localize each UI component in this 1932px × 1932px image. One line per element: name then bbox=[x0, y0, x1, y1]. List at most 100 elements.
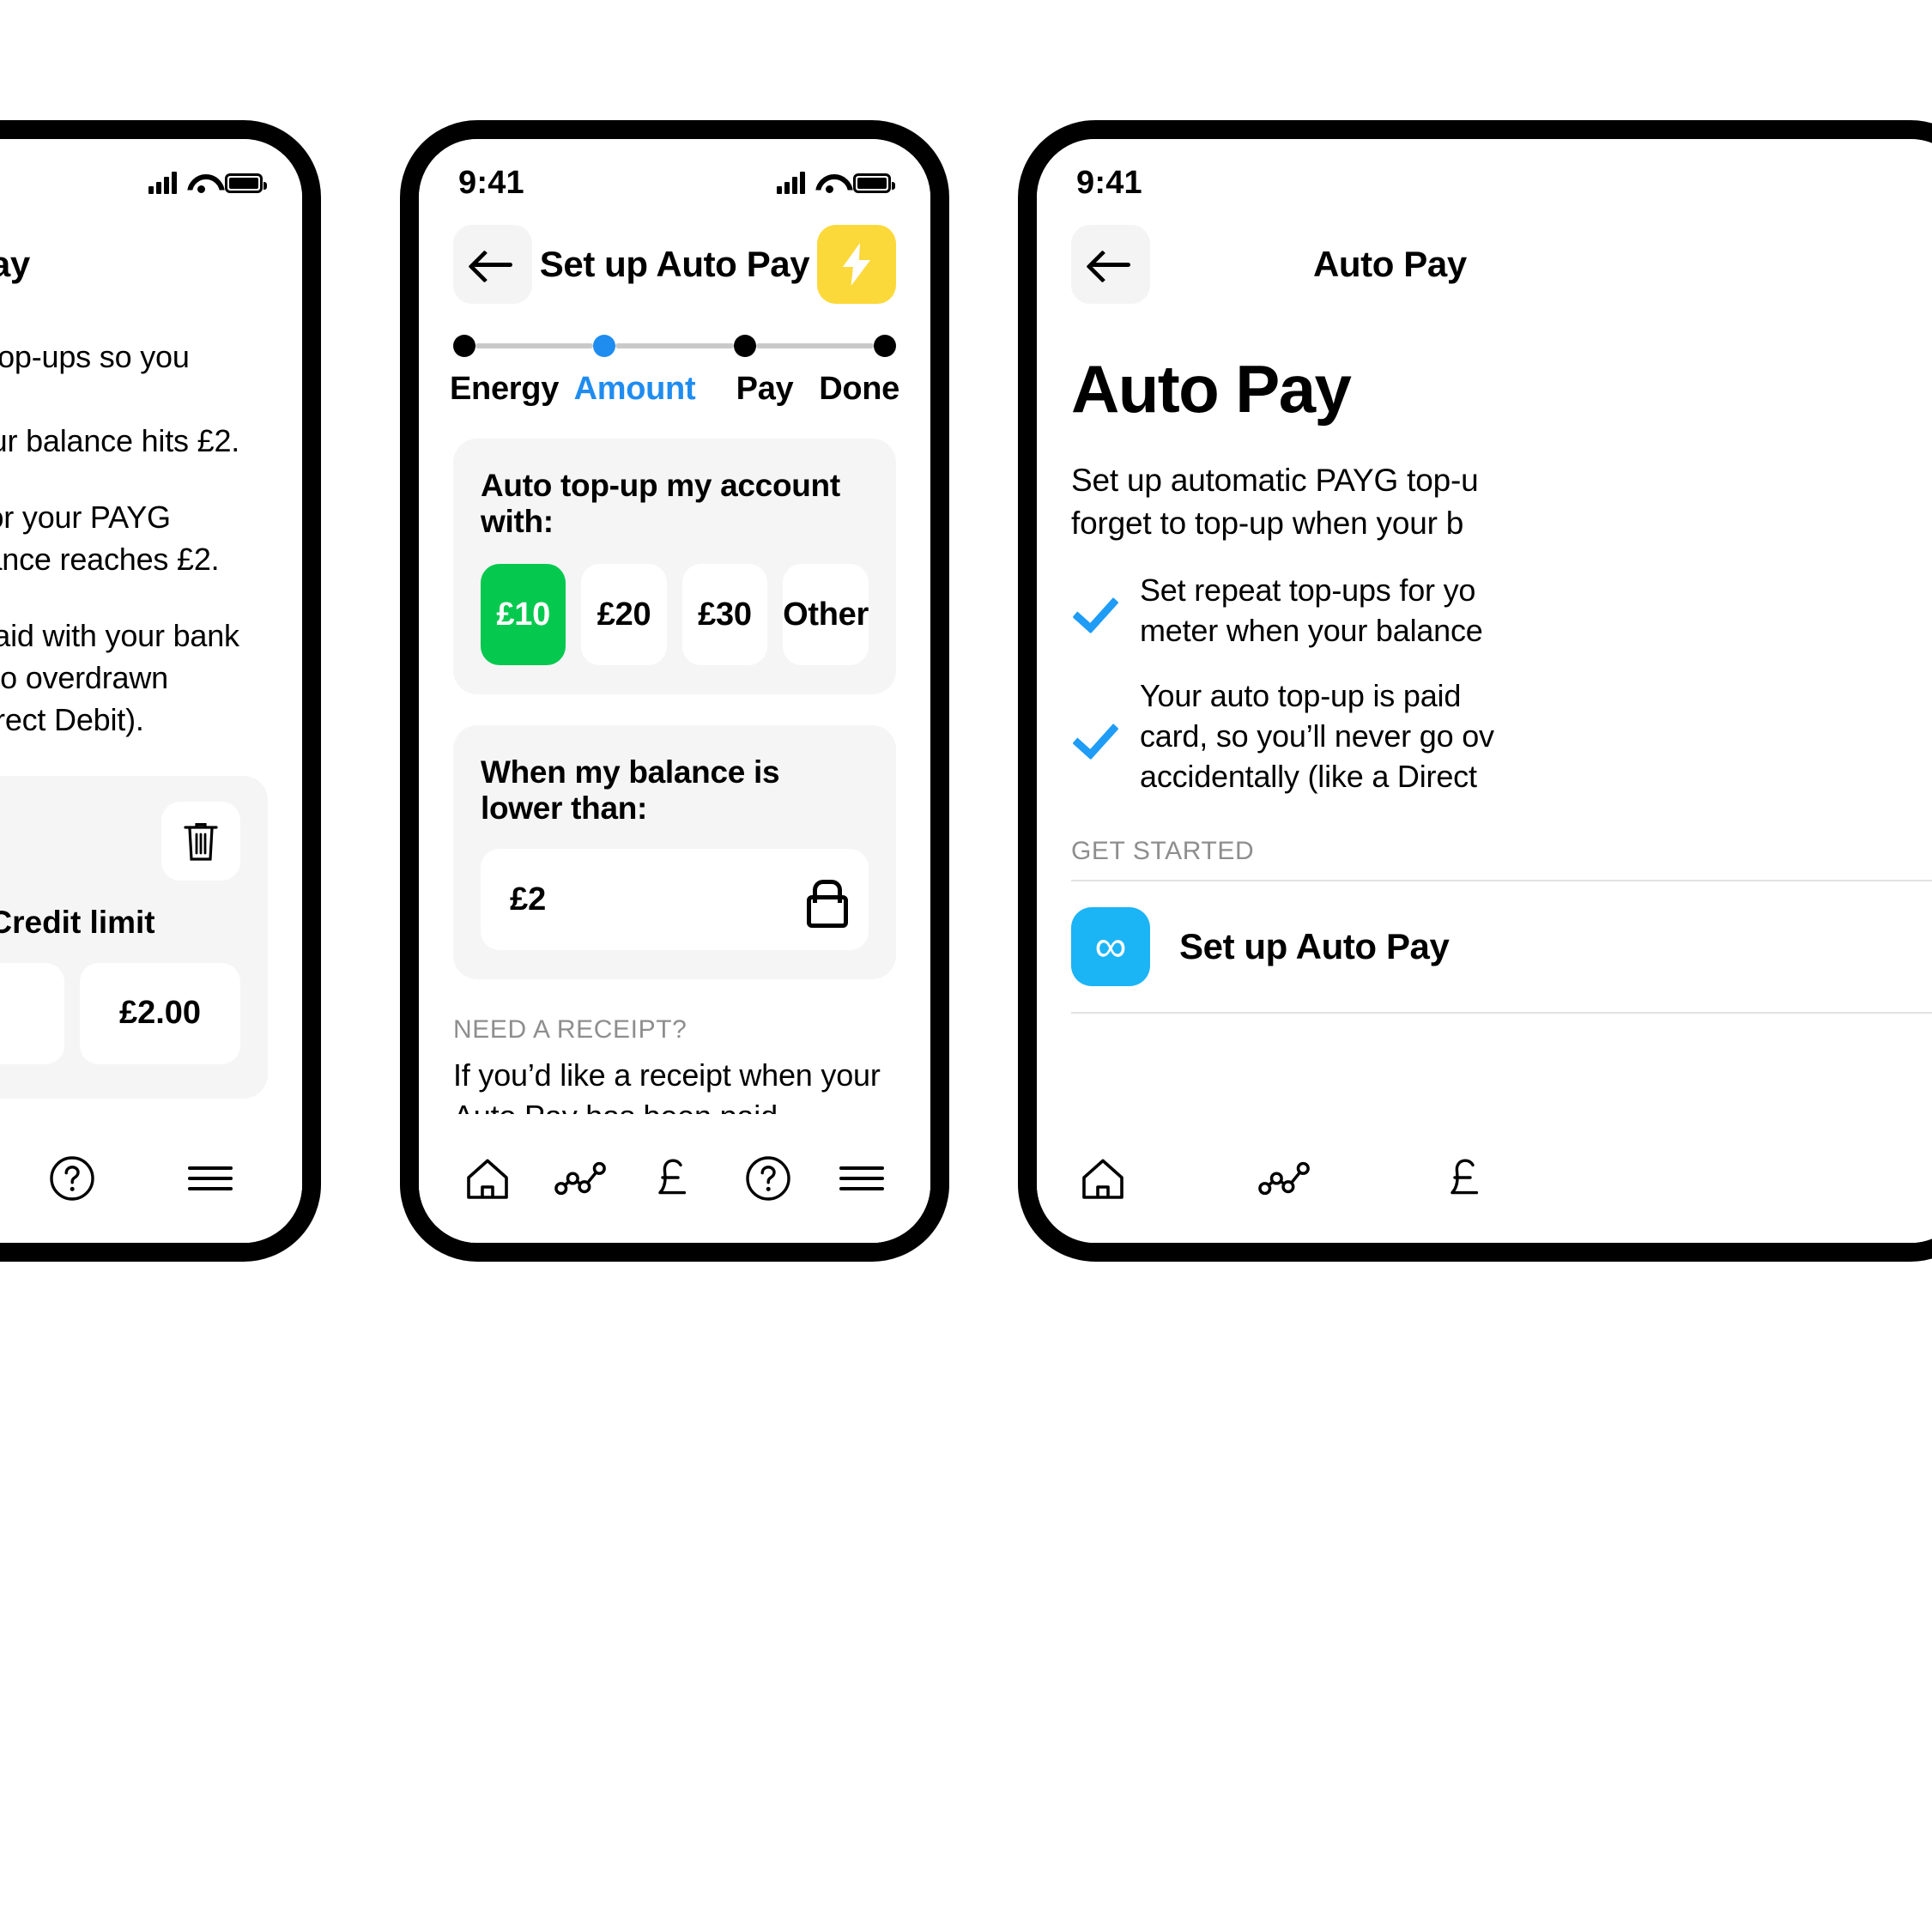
mid-screen: 9:41 Set up Auto Pay Energy Amount Pay D… bbox=[419, 139, 930, 1243]
right-navbar: Auto Pay bbox=[1037, 203, 1932, 306]
battery-icon bbox=[1892, 173, 1929, 193]
credit-limit-value[interactable]: £2.00 bbox=[80, 962, 240, 1064]
stepper-labels: Energy Amount Pay Done bbox=[450, 371, 899, 408]
step-dot-done[interactable] bbox=[873, 335, 896, 357]
page-heading: Auto Pay bbox=[1071, 351, 1352, 427]
signal-bars-icon bbox=[1815, 172, 1844, 194]
credit-limit-card: Credit limit £2.00 bbox=[0, 775, 268, 1099]
wifi-icon bbox=[187, 173, 215, 193]
amount-option-other[interactable]: Other bbox=[783, 564, 869, 665]
tab-menu[interactable] bbox=[184, 1152, 237, 1205]
menu-icon bbox=[188, 1166, 233, 1190]
usage-graph-icon bbox=[554, 1161, 607, 1196]
step-label-done: Done bbox=[819, 371, 899, 407]
tab-usage[interactable] bbox=[1258, 1152, 1311, 1205]
right-tab-bar bbox=[1037, 1114, 1932, 1243]
setup-stepper: Energy Amount Pay Done bbox=[419, 306, 930, 408]
tab-menu[interactable] bbox=[835, 1152, 888, 1205]
signal-bars-icon bbox=[777, 172, 805, 194]
status-icons bbox=[148, 172, 267, 194]
balance-card-title: When my balance is lower than: bbox=[481, 754, 780, 826]
credit-limit-option[interactable] bbox=[0, 962, 64, 1064]
step-label-pay: Pay bbox=[736, 371, 794, 407]
trash-icon bbox=[184, 822, 218, 861]
tab-help[interactable] bbox=[742, 1152, 795, 1205]
left-navbar: Auto Pay bbox=[0, 203, 302, 306]
lightning-button[interactable] bbox=[816, 225, 896, 304]
topup-amount-options: £10 £20 £30 Other bbox=[481, 564, 869, 665]
set-up-auto-pay-label: Set up Auto Pay bbox=[1179, 925, 1450, 966]
left-paragraph-3: p-up is paid with your bank ll never go … bbox=[0, 617, 239, 737]
tab-usage[interactable] bbox=[554, 1152, 608, 1205]
screenshot-stage: Auto Pay c PAYG top-ups so you never whe… bbox=[0, 0, 1932, 1932]
credit-limit-label: Credit limit bbox=[0, 904, 155, 940]
page-title: Set up Auto Pay bbox=[539, 244, 810, 284]
usage-graph-icon bbox=[1258, 1161, 1310, 1196]
balance-threshold-field[interactable]: £2 bbox=[481, 849, 869, 950]
step-dot-amount[interactable] bbox=[593, 335, 616, 357]
delete-button[interactable] bbox=[161, 801, 240, 881]
mid-tab-bar bbox=[419, 1114, 930, 1243]
step-line-3 bbox=[755, 343, 874, 348]
home-icon bbox=[467, 1159, 509, 1199]
back-arrow-icon bbox=[473, 250, 512, 279]
lightning-bolt-icon bbox=[842, 243, 870, 286]
page-title: Auto Pay bbox=[1313, 244, 1467, 284]
intro-paragraph: Set up automatic PAYG top-u forget to to… bbox=[1071, 463, 1479, 541]
left-status-bar bbox=[0, 139, 302, 203]
left-paragraph-2: op-ups for your PAYG your balance reache… bbox=[0, 499, 220, 577]
step-label-amount: Amount bbox=[573, 371, 696, 407]
battery-icon bbox=[853, 173, 895, 193]
left-screen: Auto Pay c PAYG top-ups so you never whe… bbox=[0, 139, 302, 1243]
tab-help[interactable] bbox=[45, 1152, 99, 1205]
back-button[interactable] bbox=[1071, 225, 1150, 304]
tab-pound[interactable] bbox=[648, 1152, 701, 1205]
amount-option-20[interactable]: £20 bbox=[581, 564, 667, 665]
back-button[interactable] bbox=[453, 225, 532, 304]
credit-limit-row: £2.00 bbox=[0, 962, 240, 1064]
amount-option-30[interactable]: £30 bbox=[681, 564, 768, 665]
balance-threshold-card: When my balance is lower than: £2 bbox=[453, 725, 896, 979]
battery-icon bbox=[225, 173, 267, 193]
lock-icon bbox=[807, 880, 848, 928]
left-paragraph-1: c PAYG top-ups so you never when your ba… bbox=[0, 339, 240, 458]
feature-bullet-1-text: Set repeat top-ups for yo meter when you… bbox=[1140, 572, 1483, 648]
step-dot-energy[interactable] bbox=[453, 335, 475, 357]
status-icons bbox=[777, 172, 895, 194]
phone-middle: 9:41 Set up Auto Pay Energy Amount Pay D… bbox=[400, 120, 949, 1262]
infinity-icon: ∞ bbox=[1071, 906, 1150, 986]
amount-option-10[interactable]: £10 bbox=[481, 564, 566, 665]
step-line-1 bbox=[475, 343, 594, 348]
left-tab-bar bbox=[0, 1114, 302, 1243]
step-label-energy: Energy bbox=[450, 371, 560, 407]
feature-bullet-2: Your auto top-up is paid card, so you’ll… bbox=[1071, 676, 1932, 796]
phone-left: Auto Pay c PAYG top-ups so you never whe… bbox=[0, 120, 321, 1262]
mid-navbar: Set up Auto Pay bbox=[419, 203, 930, 306]
status-time: 9:41 bbox=[1076, 164, 1142, 201]
topup-amount-card: Auto top-up my account with: £10 £20 £30… bbox=[453, 439, 896, 694]
stepper-track bbox=[453, 335, 896, 357]
tab-home[interactable] bbox=[461, 1152, 514, 1205]
tab-pound[interactable] bbox=[1440, 1152, 1493, 1205]
help-icon bbox=[746, 1156, 790, 1201]
topup-card-title: Auto top-up my account with: bbox=[481, 468, 840, 539]
tab-home[interactable] bbox=[1076, 1152, 1130, 1205]
wifi-icon bbox=[1854, 173, 1881, 193]
get-started-label: GET STARTED bbox=[1071, 836, 1255, 865]
menu-icon bbox=[839, 1166, 884, 1190]
feature-bullet-1: Set repeat top-ups for yo meter when you… bbox=[1071, 571, 1932, 651]
pound-icon bbox=[1451, 1159, 1479, 1195]
step-dot-pay[interactable] bbox=[733, 335, 756, 357]
check-icon bbox=[1071, 592, 1116, 630]
wifi-icon bbox=[815, 173, 843, 193]
home-icon bbox=[1082, 1159, 1123, 1199]
back-arrow-icon bbox=[1091, 250, 1130, 279]
right-status-bar: 9:41 bbox=[1037, 139, 1932, 203]
set-up-auto-pay-row[interactable]: ∞ Set up Auto Pay bbox=[1071, 881, 1932, 1012]
check-icon bbox=[1071, 718, 1116, 756]
status-time: 9:41 bbox=[458, 164, 524, 201]
mid-status-bar: 9:41 bbox=[419, 139, 930, 203]
page-title: Auto Pay bbox=[0, 244, 30, 284]
right-screen: 9:41 Auto Pay Auto Pay Set up automatic … bbox=[1037, 139, 1932, 1243]
receipt-overline: NEED A RECEIPT? bbox=[453, 1015, 687, 1044]
